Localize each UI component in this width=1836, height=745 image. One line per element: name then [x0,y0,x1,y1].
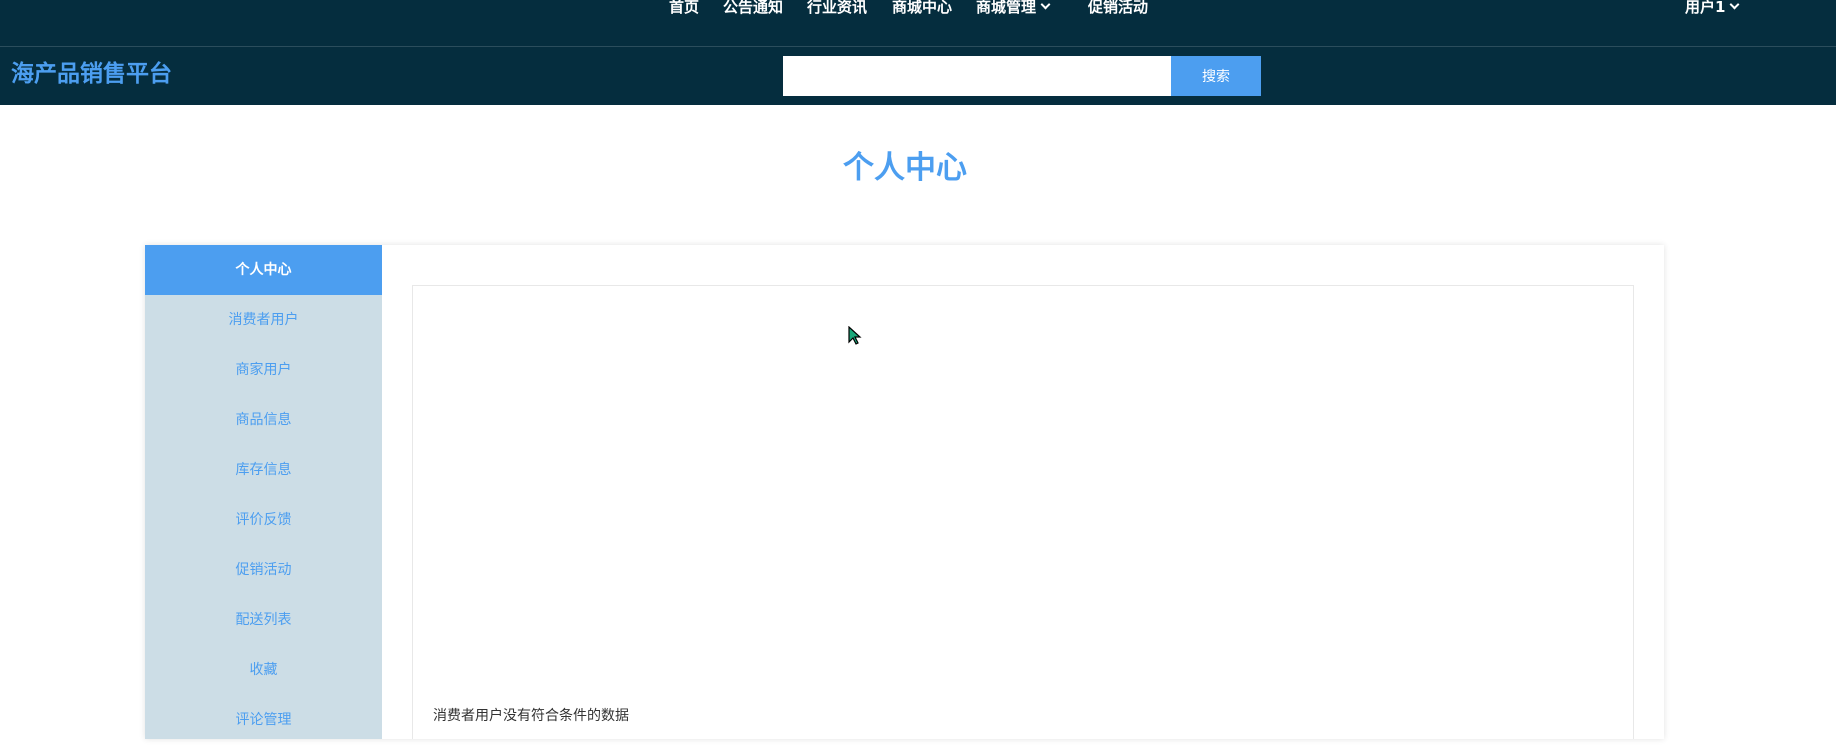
sidebar-item-merchant-users[interactable]: 商家用户 [145,345,382,395]
sidebar-item-product-info[interactable]: 商品信息 [145,395,382,445]
nav-item-mall-management[interactable]: 商城管理 [976,0,1051,17]
nav-item-mall-management-label: 商城管理 [976,0,1037,16]
sidebar-item-favorites[interactable]: 收藏 [145,645,382,695]
sidebar-item-delivery-list[interactable]: 配送列表 [145,595,382,645]
sidebar-item-inventory-info[interactable]: 库存信息 [145,445,382,495]
sidebar-item-feedback[interactable]: 评价反馈 [145,495,382,545]
sidebar-item-promotions[interactable]: 促销活动 [145,545,382,595]
search-input[interactable] [783,56,1171,96]
nav-item-announcements[interactable]: 公告通知 [723,0,783,17]
search-button[interactable]: 搜索 [1171,56,1261,96]
chevron-down-icon [1040,0,1051,10]
nav-item-industry-news[interactable]: 行业资讯 [807,0,867,17]
sidebar-item-consumer-users[interactable]: 消费者用户 [145,295,382,345]
user-menu[interactable]: 用户1 [1685,0,1740,17]
mouse-pointer-icon [848,326,862,345]
chevron-down-icon [1729,0,1740,10]
nav-item-home[interactable]: 首页 [669,0,699,17]
sidebar: 个人中心 消费者用户 商家用户 商品信息 库存信息 评价反馈 促销活动 配送列表… [145,245,382,739]
content-area: 消费者用户没有符合条件的数据 [412,285,1634,739]
header-bar: 海产品销售平台 搜索 [0,47,1836,105]
nav-item-promotions[interactable]: 促销活动 [1088,0,1148,17]
sidebar-item-personal-center[interactable]: 个人中心 [145,245,382,295]
site-title[interactable]: 海产品销售平台 [11,59,172,89]
sidebar-item-comment-management[interactable]: 评论管理 [145,695,382,745]
top-navigation-bar: 首页 公告通知 行业资讯 商城中心 商城管理 促销活动 用户1 [0,0,1836,47]
empty-data-message: 消费者用户没有符合条件的数据 [433,708,629,724]
personal-center-panel: 个人中心 消费者用户 商家用户 商品信息 库存信息 评价反馈 促销活动 配送列表… [145,245,1664,739]
nav-item-mall-center[interactable]: 商城中心 [892,0,952,17]
user-name: 用户1 [1685,0,1726,16]
page-title: 个人中心 [843,150,967,186]
